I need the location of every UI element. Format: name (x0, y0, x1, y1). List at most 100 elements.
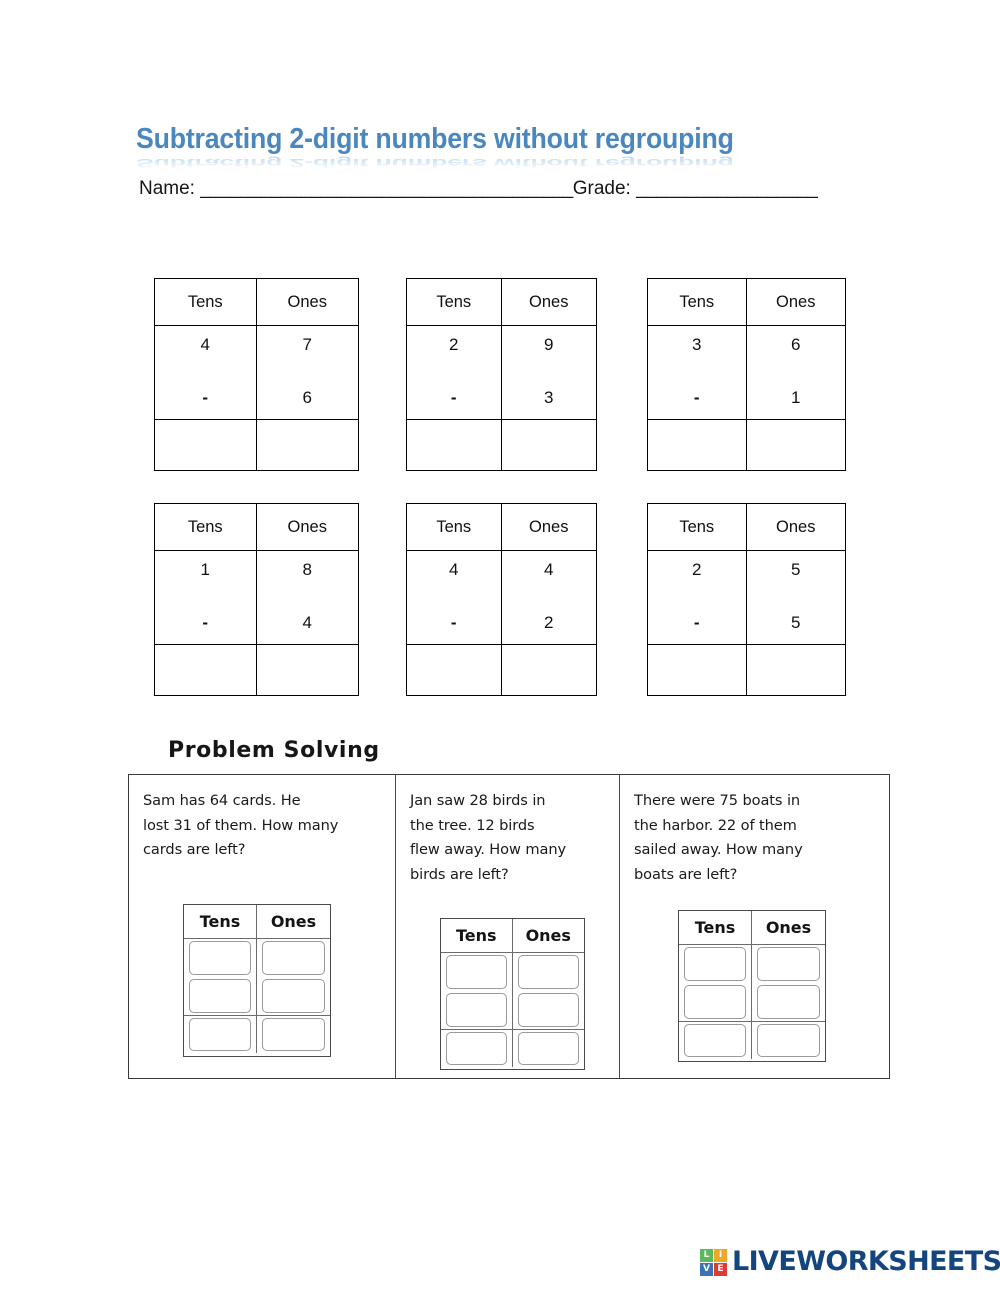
answer-tens-cell[interactable] (155, 645, 257, 695)
problem-solving-heading: Problem Solving (168, 738, 380, 763)
operand-ones-cell: 8 4 (256, 551, 358, 645)
table-operand-row: 4 - 4 2 (407, 551, 596, 645)
answer-input[interactable] (262, 979, 325, 1013)
word-problem-2: Jan saw 28 birds in the tree. 12 birds f… (396, 775, 620, 1078)
answer-tens-cell[interactable] (648, 645, 747, 695)
page-title: Subtracting 2-digit numbers without regr… (136, 123, 734, 155)
header-tens: Tens (648, 504, 747, 551)
answer-tens-cell[interactable] (155, 420, 257, 470)
operand-tens-cell: 1 - (155, 551, 257, 645)
header-tens: Tens (184, 905, 257, 939)
answer-cell-ones (257, 977, 330, 1015)
answer-ones-cell[interactable] (747, 645, 846, 695)
answer-input[interactable] (446, 955, 507, 989)
logo-tiles-icon: L I V E (700, 1248, 727, 1276)
table-header-row: Tens Ones (155, 279, 358, 326)
answer-cell-ones (513, 953, 585, 991)
answer-cell-ones (257, 939, 330, 977)
answer-grid-row (679, 983, 825, 1021)
operand-tens-cell: 4 - (155, 326, 257, 420)
name-input-rule[interactable]: _____________________________________ (200, 178, 573, 199)
answer-input[interactable] (189, 979, 251, 1013)
minuend-ones: 9 (544, 335, 554, 354)
page-title-reflection: Subtracting 2-digit numbers without regr… (136, 156, 734, 170)
subtrahend-ones: 3 (544, 388, 554, 407)
answer-input[interactable] (757, 1024, 820, 1057)
minus-operator: - (693, 388, 700, 407)
minuend-tens: 2 (692, 560, 702, 579)
answer-input[interactable] (517, 1032, 579, 1065)
answer-input[interactable] (262, 1018, 325, 1051)
exercise-row-1: Tens Ones 4 - 7 6 Tens Ones 2 - 9 3 Tens… (154, 278, 870, 471)
exercise-slot-6: Tens Ones 2 - 5 5 (647, 503, 870, 696)
header-tens: Tens (407, 504, 502, 551)
table-answer-row (155, 420, 358, 470)
answer-grid-header: Tens Ones (441, 919, 584, 953)
header-tens: Tens (407, 279, 502, 326)
header-ones: Ones (256, 279, 358, 326)
answer-input[interactable] (757, 985, 820, 1019)
answer-cell-tens (679, 983, 752, 1021)
answer-tens-cell[interactable] (407, 645, 502, 695)
answer-input[interactable] (189, 1018, 251, 1051)
logo-wordmark: LIVEWORKSHEETS (732, 1246, 1000, 1277)
operand-ones-cell: 6 1 (746, 326, 845, 420)
minuend-tens: 4 (449, 560, 459, 579)
answer-input[interactable] (684, 985, 746, 1019)
answer-ones-cell[interactable] (257, 645, 359, 695)
answer-input[interactable] (684, 947, 746, 981)
minus-operator: - (693, 613, 700, 632)
answer-tens-cell[interactable] (407, 420, 502, 470)
answer-input[interactable] (517, 993, 579, 1027)
answer-input[interactable] (446, 1032, 507, 1065)
header-ones: Ones (752, 911, 825, 945)
answer-grid-1: Tens Ones (183, 904, 331, 1057)
answer-grid-2: Tens Ones (440, 918, 585, 1070)
answer-ones-cell[interactable] (257, 420, 359, 470)
answer-cell-tens (184, 939, 257, 977)
answer-grid-3: Tens Ones (678, 910, 826, 1062)
place-value-table-4: Tens Ones 1 - 8 4 (154, 503, 359, 696)
header-ones: Ones (746, 504, 845, 551)
answer-grid-row (441, 953, 584, 991)
operand-ones-cell: 4 2 (501, 551, 596, 645)
minuend-ones: 6 (791, 335, 801, 354)
minus-operator: - (202, 613, 209, 632)
exercise-slot-2: Tens Ones 2 - 9 3 (406, 278, 647, 471)
answer-input[interactable] (262, 941, 325, 975)
answer-grid-row (184, 939, 330, 977)
exercise-slot-3: Tens Ones 3 - 6 1 (647, 278, 870, 471)
answer-tens-cell[interactable] (648, 420, 747, 470)
word-problem-text: Sam has 64 cards. He lost 31 of them. Ho… (143, 792, 339, 858)
answer-ones-cell[interactable] (502, 420, 597, 470)
answer-input[interactable] (446, 993, 507, 1027)
header-tens: Tens (155, 279, 257, 326)
operand-tens-cell: 3 - (648, 326, 747, 420)
header-tens: Tens (679, 911, 752, 945)
answer-input[interactable] (684, 1024, 746, 1057)
answer-ones-cell[interactable] (747, 420, 846, 470)
word-problem-3: There were 75 boats in the harbor. 22 of… (620, 775, 889, 1078)
answer-input[interactable] (517, 955, 579, 989)
answer-grid-header: Tens Ones (184, 905, 330, 939)
answer-cell-ones (512, 1029, 584, 1067)
place-value-table-5: Tens Ones 4 - 4 2 (406, 503, 597, 696)
answer-input[interactable] (189, 941, 251, 975)
grade-input-rule[interactable]: __________________ (636, 178, 818, 199)
subtrahend-ones: 2 (544, 613, 554, 632)
word-problem-text: There were 75 boats in the harbor. 22 of… (634, 792, 803, 883)
subtrahend-ones: 4 (302, 613, 312, 632)
answer-grid-row (679, 945, 825, 983)
table-header-row: Tens Ones (648, 504, 845, 551)
table-operand-row: 3 - 6 1 (648, 326, 845, 420)
answer-ones-cell[interactable] (502, 645, 597, 695)
answer-input[interactable] (757, 947, 820, 981)
answer-grid-row (184, 1015, 330, 1053)
minuend-ones: 8 (302, 560, 312, 579)
operand-ones-cell: 5 5 (746, 551, 845, 645)
minuend-tens: 2 (449, 335, 459, 354)
minus-operator: - (450, 388, 457, 407)
answer-cell-tens (184, 1015, 257, 1053)
operand-ones-cell: 7 6 (256, 326, 358, 420)
word-problem-1: Sam has 64 cards. He lost 31 of them. Ho… (129, 775, 396, 1078)
